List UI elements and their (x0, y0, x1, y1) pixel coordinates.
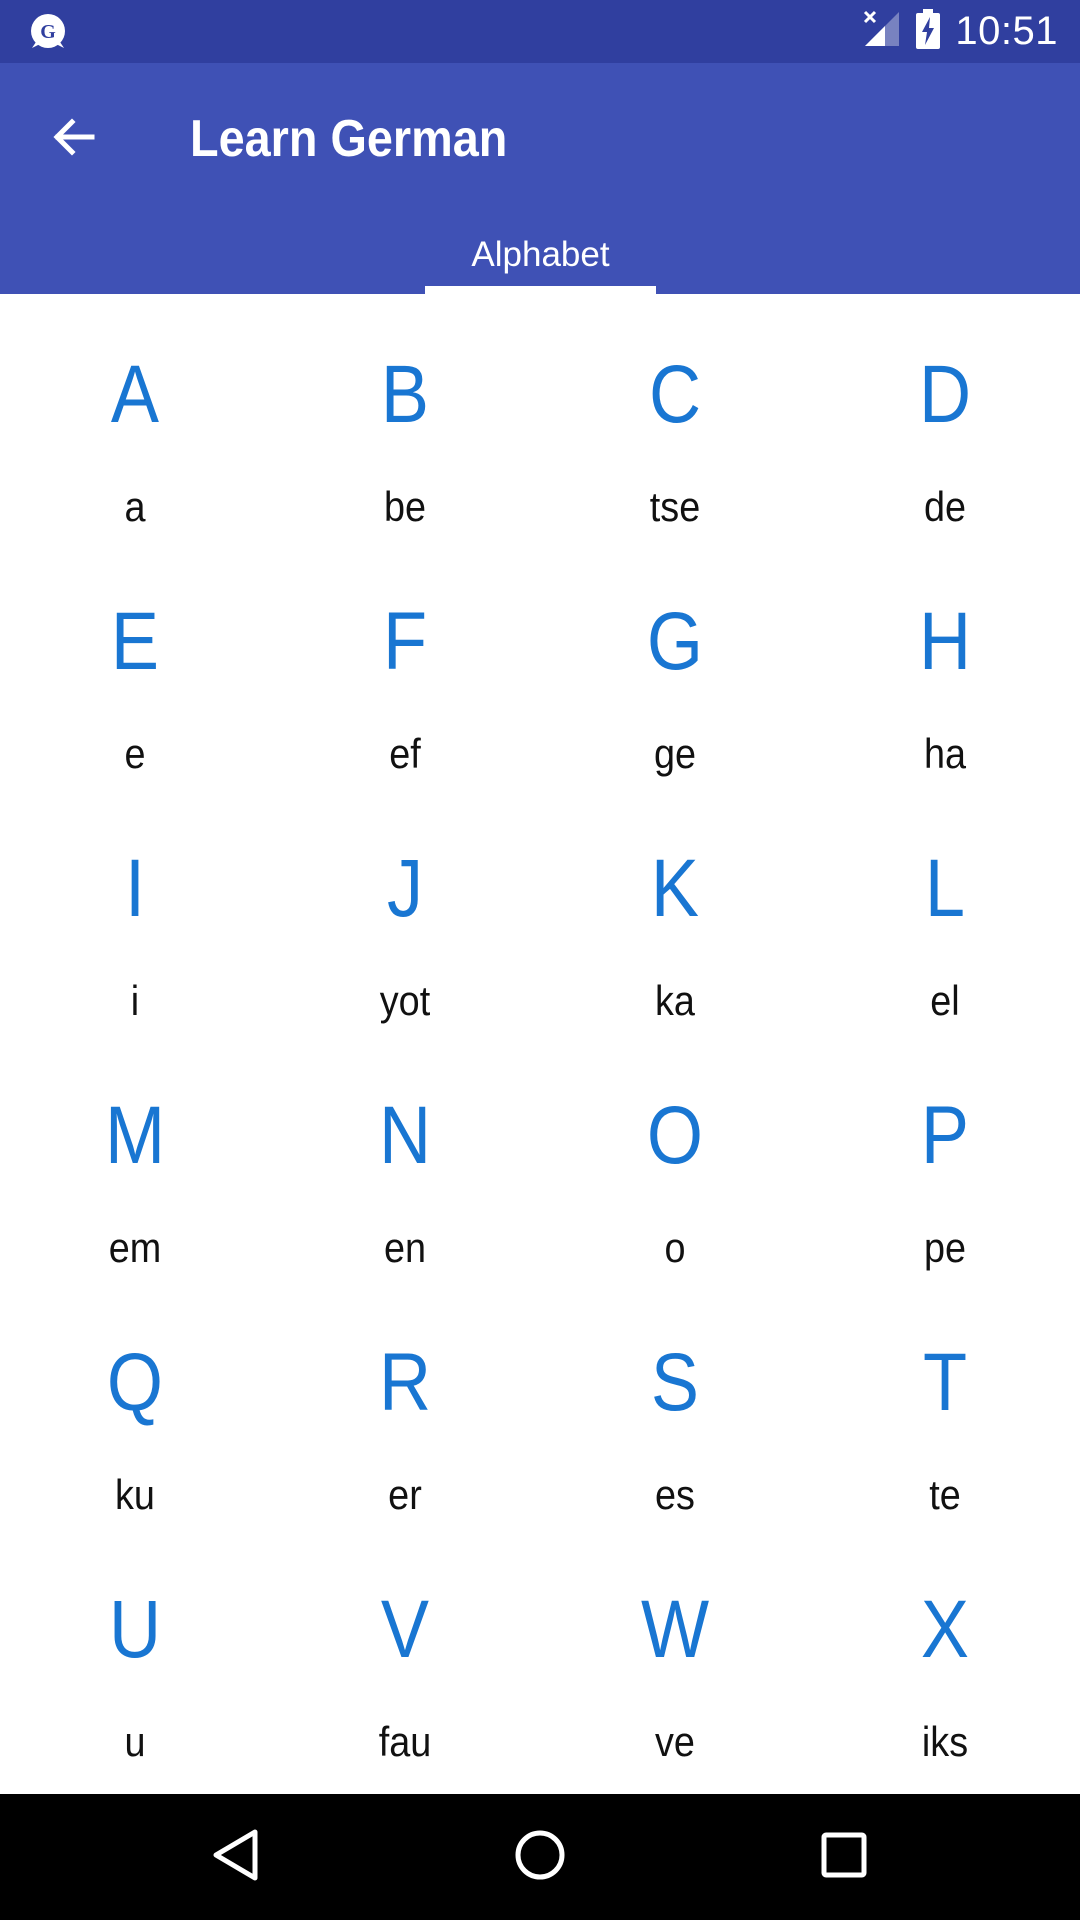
pronunciation: ve (655, 1718, 695, 1765)
letter: W (640, 1584, 710, 1675)
letter: B (380, 349, 430, 440)
tab-label: Alphabet (471, 235, 610, 274)
letter: S (650, 1337, 700, 1428)
pronunciation: i (130, 977, 140, 1024)
letter-card[interactable]: Bbe (270, 294, 540, 541)
letter-card[interactable]: Ee (0, 541, 270, 788)
letter-card[interactable]: Aa (0, 294, 270, 541)
letter-card[interactable]: Dde (810, 294, 1080, 541)
letter: Q (106, 1337, 164, 1428)
letter: C (648, 349, 702, 440)
status-time: 10:51 (955, 9, 1058, 53)
pronunciation: es (655, 1471, 695, 1518)
letter-card[interactable]: Ppe (810, 1035, 1080, 1282)
pronunciation: tse (649, 483, 701, 530)
pronunciation: te (929, 1471, 961, 1518)
nav-home-button[interactable] (495, 1812, 585, 1902)
arrow-back-icon (50, 113, 98, 166)
letter-card[interactable]: Vfau (270, 1529, 540, 1776)
letter: V (380, 1584, 430, 1675)
pronunciation: be (383, 483, 427, 530)
nav-recents-button[interactable] (799, 1812, 889, 1902)
pronunciation: en (383, 1224, 427, 1271)
pronunciation: e (124, 730, 146, 777)
letter-card[interactable]: Tte (810, 1282, 1080, 1529)
letter-card[interactable]: Wve (540, 1529, 810, 1776)
app-icon-letter: G (40, 21, 56, 43)
tab-indicator (425, 286, 656, 294)
letter-card[interactable]: Ses (540, 1282, 810, 1529)
pronunciation: iks (921, 1718, 969, 1765)
letter-card[interactable]: Rer (270, 1282, 540, 1529)
letter: L (924, 843, 966, 934)
pronunciation: fau (378, 1718, 432, 1765)
app-bar: Learn German Alphabet (0, 63, 1080, 294)
letter: G (646, 596, 704, 687)
navigation-bar (0, 1794, 1080, 1920)
letter: E (110, 596, 160, 687)
letter: K (650, 843, 700, 934)
letter-card[interactable]: Hha (810, 541, 1080, 788)
pronunciation: el (930, 977, 960, 1024)
pronunciation: ha (923, 730, 967, 777)
letter: D (918, 349, 972, 440)
nav-back-triangle-icon (211, 1828, 261, 1887)
letter: H (918, 596, 972, 687)
letter: R (378, 1337, 432, 1428)
status-bar: G 10:51 (0, 0, 1080, 63)
nav-back-button[interactable] (191, 1812, 281, 1902)
letter-card[interactable]: Kka (540, 788, 810, 1035)
pronunciation: ef (389, 730, 421, 777)
letter-card[interactable]: Mem (0, 1035, 270, 1282)
nav-home-circle-icon (513, 1828, 567, 1887)
pronunciation: de (923, 483, 967, 530)
letter: M (104, 1090, 166, 1181)
letter-card[interactable]: Nen (270, 1035, 540, 1282)
letter: X (920, 1584, 970, 1675)
letter: F (382, 596, 428, 687)
pronunciation: ka (655, 977, 695, 1024)
letter-card[interactable]: Xiks (810, 1529, 1080, 1776)
pronunciation: o (664, 1224, 686, 1271)
letter: T (922, 1337, 968, 1428)
pronunciation: yot (379, 977, 431, 1024)
pronunciation: er (388, 1471, 422, 1518)
letter-card[interactable]: Ii (0, 788, 270, 1035)
tab-alphabet[interactable]: Alphabet (425, 223, 656, 294)
letter-card[interactable]: Uu (0, 1529, 270, 1776)
nav-recents-square-icon (820, 1831, 868, 1884)
pronunciation: a (124, 483, 146, 530)
page-title: Learn German (190, 110, 508, 168)
letter: J (386, 843, 424, 934)
letter-card[interactable]: Qku (0, 1282, 270, 1529)
pronunciation: ku (115, 1471, 155, 1518)
letter: N (378, 1090, 432, 1181)
pronunciation: u (124, 1718, 146, 1765)
alphabet-grid: Aa Bbe Ctse Dde Ee Fef Gge Hha Ii Jyot K… (0, 294, 1080, 1776)
letter-card[interactable]: Oo (540, 1035, 810, 1282)
letter-card[interactable]: Gge (540, 541, 810, 788)
signal-no-data-icon (863, 10, 901, 53)
g-badge-icon: G (28, 12, 68, 52)
pronunciation: em (108, 1224, 162, 1271)
back-button[interactable] (40, 105, 108, 173)
letter-card[interactable]: Fef (270, 541, 540, 788)
battery-charging-icon (915, 9, 941, 54)
pronunciation: pe (923, 1224, 967, 1271)
letter: P (920, 1090, 970, 1181)
letter: U (108, 1584, 162, 1675)
letter: I (124, 843, 146, 934)
letter-card[interactable]: Ctse (540, 294, 810, 541)
letter: A (110, 349, 160, 440)
letter-card[interactable]: Jyot (270, 788, 540, 1035)
letter: O (646, 1090, 704, 1181)
letter-card[interactable]: Lel (810, 788, 1080, 1035)
status-icons: 10:51 (863, 0, 1058, 63)
pronunciation: ge (653, 730, 697, 777)
